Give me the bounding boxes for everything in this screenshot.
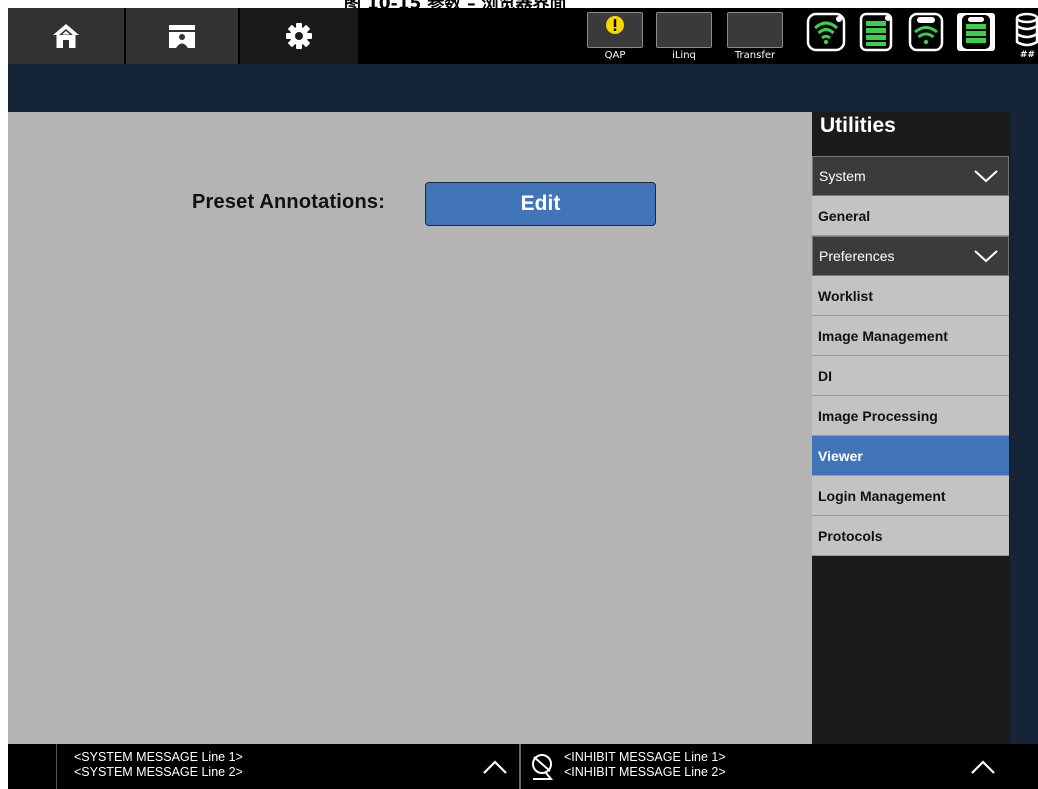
inhibit-icon — [532, 754, 554, 780]
edit-button[interactable]: Edit — [425, 182, 656, 226]
title-strip — [8, 64, 1038, 112]
ilinq-button[interactable]: iLinq — [656, 12, 712, 64]
storage-label: ## — [1020, 50, 1036, 60]
transfer-label: Transfer — [734, 50, 776, 61]
nav-tab-patient[interactable] — [126, 8, 238, 64]
detector-battery-icon[interactable] — [956, 12, 996, 52]
inhibit-message-line-2: <INHIBIT MESSAGE Line 2> — [564, 765, 726, 779]
viewer-settings-panel: Preset Annotations: Edit — [8, 112, 812, 744]
figure-caption-text: 图 10-15 参数 – 浏览器界面 — [344, 0, 567, 8]
chevron-down-icon — [974, 170, 998, 183]
ilinq-label: iLinq — [672, 50, 696, 61]
right-edge-strip — [1010, 112, 1038, 744]
sidebar-item-label: Protocols — [818, 527, 883, 544]
sidebar-item-label: Viewer — [818, 447, 863, 464]
figure-caption: 图 10-15 参数 – 浏览器界面 — [0, 0, 1038, 8]
divider — [519, 744, 521, 789]
patient-folder-icon — [169, 25, 195, 48]
divider — [56, 744, 57, 789]
transfer-status-square — [727, 12, 783, 48]
sidebar-item-label: Worklist — [818, 287, 873, 304]
sidebar-item-image-processing[interactable]: Image Processing — [812, 396, 1009, 436]
detector-wifi-icon[interactable] — [906, 12, 946, 52]
utilities-menu: System General Preferences Worklist Imag… — [812, 156, 1009, 556]
qap-status-square — [587, 12, 643, 48]
gear-icon — [286, 23, 312, 49]
chevron-up-icon[interactable] — [970, 758, 996, 776]
chevron-up-icon[interactable] — [482, 758, 508, 776]
nav-tab-home[interactable] — [8, 8, 124, 64]
system-message: <SYSTEM MESSAGE Line 1> <SYSTEM MESSAGE … — [74, 750, 243, 780]
sidebar-item-viewer[interactable]: Viewer — [812, 436, 1009, 476]
sidebar-item-image-management[interactable]: Image Management — [812, 316, 1009, 356]
sidebar-item-login-management[interactable]: Login Management — [812, 476, 1009, 516]
sidebar-item-protocols[interactable]: Protocols — [812, 516, 1009, 556]
sidebar-section-preferences[interactable]: Preferences — [812, 236, 1009, 276]
sidebar-item-label: General — [818, 207, 871, 224]
utilities-sidebar: Utilities System General Preferences Wor… — [812, 112, 1010, 744]
top-toolbar: QAP iLinq Transfer ## — [8, 8, 1038, 64]
detector-wifi-icon[interactable] — [806, 12, 846, 52]
sidebar-item-label: Login Management — [818, 487, 946, 504]
home-icon — [53, 24, 79, 48]
ilinq-status-square — [656, 12, 712, 48]
sidebar-section-label: Preferences — [819, 248, 895, 264]
sidebar-item-di[interactable]: DI — [812, 356, 1009, 396]
system-message-line-2: <SYSTEM MESSAGE Line 2> — [74, 765, 243, 779]
transfer-button[interactable]: Transfer — [727, 12, 783, 64]
sidebar-item-worklist[interactable]: Worklist — [812, 276, 1009, 316]
sidebar-item-general[interactable]: General — [812, 196, 1009, 236]
sidebar-item-label: DI — [818, 367, 832, 384]
sidebar-section-system[interactable]: System — [812, 156, 1009, 196]
sidebar-item-label: Image Management — [818, 327, 948, 344]
preset-annotations-label: Preset Annotations: — [192, 191, 386, 213]
system-message-line-1: <SYSTEM MESSAGE Line 1> — [74, 750, 243, 764]
nav-tab-utilities[interactable] — [240, 8, 358, 64]
qap-label: QAP — [604, 50, 626, 61]
qap-button[interactable]: QAP — [587, 12, 643, 64]
message-bar: <SYSTEM MESSAGE Line 1> <SYSTEM MESSAGE … — [8, 744, 1038, 789]
inhibit-message-line-1: <INHIBIT MESSAGE Line 1> — [564, 750, 726, 764]
sidebar-section-label: System — [819, 168, 866, 184]
inhibit-message: <INHIBIT MESSAGE Line 1> <INHIBIT MESSAG… — [564, 750, 726, 780]
storage-icon[interactable] — [1011, 12, 1038, 52]
chevron-down-icon — [974, 250, 998, 263]
utilities-title: Utilities — [820, 114, 896, 137]
warning-icon — [606, 16, 624, 34]
sidebar-item-label: Image Processing — [818, 407, 938, 424]
detector-battery-icon[interactable] — [856, 12, 896, 52]
